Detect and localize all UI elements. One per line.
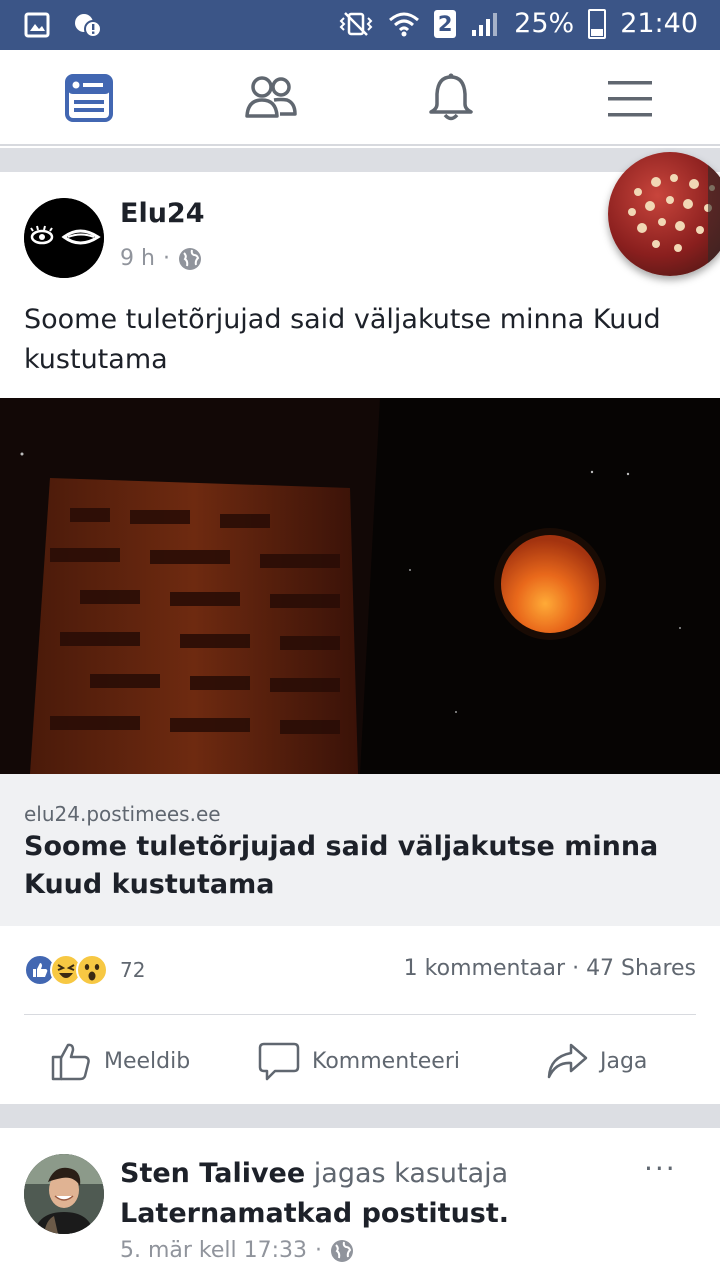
like-label: Meeldib bbox=[104, 1048, 191, 1074]
user-avatar[interactable] bbox=[24, 1154, 104, 1234]
comment-label: Kommenteeri bbox=[312, 1048, 460, 1074]
hamburger-menu-icon bbox=[608, 81, 652, 117]
shared-text: jagas kasutaja bbox=[313, 1158, 509, 1189]
post-header: Sten Talivee jagas kasutaja Laternamatka… bbox=[120, 1154, 640, 1234]
shared-page[interactable]: Laternamatkad postitust. bbox=[120, 1198, 509, 1229]
blood-moon-photo-icon bbox=[0, 398, 720, 774]
count-separator: · bbox=[572, 956, 580, 981]
gallery-icon bbox=[24, 12, 50, 38]
comment-bubble-icon bbox=[258, 1042, 300, 1081]
news-feed-icon bbox=[65, 74, 113, 122]
feed-post: Sten Talivee jagas kasutaja Laternamatka… bbox=[0, 1128, 720, 1280]
battery-percent: 25% bbox=[514, 8, 575, 39]
post-options-button[interactable]: ··· bbox=[644, 1152, 677, 1185]
friends-tab[interactable] bbox=[244, 72, 297, 124]
post-meta: 5. mär kell 17:33 · bbox=[120, 1238, 354, 1263]
post-time[interactable]: 9 h bbox=[120, 246, 155, 271]
wow-reaction-icon bbox=[76, 954, 108, 986]
post-time[interactable]: 5. mär kell 17:33 bbox=[120, 1238, 307, 1263]
post-image[interactable] bbox=[0, 398, 720, 774]
top-nav-bar bbox=[0, 50, 720, 146]
page-avatar[interactable] bbox=[24, 198, 104, 278]
engagement-counts: 1 kommentaar · 47 Shares bbox=[404, 956, 696, 981]
wifi-icon bbox=[389, 12, 420, 36]
notification-alert-icon bbox=[75, 14, 102, 38]
friends-icon bbox=[245, 76, 297, 118]
reaction-count: 72 bbox=[120, 958, 146, 982]
globe-icon bbox=[331, 1239, 354, 1262]
link-domain: elu24.postimees.ee bbox=[24, 802, 221, 826]
chat-head-bubble[interactable] bbox=[608, 152, 720, 276]
like-button[interactable]: Meeldib bbox=[50, 1040, 190, 1082]
post-author[interactable]: Elu24 bbox=[120, 198, 205, 229]
meta-separator: · bbox=[315, 1238, 323, 1263]
action-divider bbox=[24, 1014, 696, 1015]
share-count[interactable]: 47 Shares bbox=[586, 956, 696, 981]
link-preview[interactable]: elu24.postimees.ee Soome tuletõrjujad sa… bbox=[0, 774, 720, 926]
clock: 21:40 bbox=[620, 8, 698, 39]
sim-indicator: 2 bbox=[434, 9, 457, 38]
meta-separator: · bbox=[162, 246, 170, 271]
news-feed-tab[interactable] bbox=[64, 72, 116, 124]
vibrate-mute-icon bbox=[339, 11, 373, 36]
share-label: Jaga bbox=[600, 1048, 648, 1074]
link-title: Soome tuletõrjujad said väljakutse minna… bbox=[24, 831, 659, 900]
post-author[interactable]: Sten Talivee bbox=[120, 1158, 305, 1189]
feed-post: Elu24 9 h · Soome tuletõrjujad said välj… bbox=[0, 152, 720, 1104]
notifications-tab[interactable] bbox=[426, 72, 478, 124]
feed-separator bbox=[0, 1104, 720, 1128]
menu-tab[interactable] bbox=[606, 72, 658, 124]
signal-icon bbox=[472, 12, 498, 36]
share-arrow-icon bbox=[547, 1043, 588, 1079]
chat-head-avatar-icon bbox=[628, 152, 720, 276]
bell-icon bbox=[429, 73, 473, 121]
post-text: Soome tuletõrjujad said väljakutse minna… bbox=[24, 304, 661, 375]
battery-icon bbox=[588, 8, 607, 39]
thumbs-up-icon bbox=[51, 1043, 90, 1081]
status-bar: 2 25% 21:40 bbox=[0, 0, 720, 50]
user-photo-icon bbox=[24, 1154, 104, 1234]
comment-button[interactable]: Kommenteeri bbox=[258, 1040, 460, 1082]
feed-separator bbox=[0, 148, 720, 172]
post-meta: 9 h · bbox=[120, 246, 202, 271]
reaction-summary[interactable]: 72 bbox=[24, 954, 145, 986]
globe-icon bbox=[178, 247, 201, 270]
comment-count[interactable]: 1 kommentaar bbox=[404, 956, 565, 981]
share-button[interactable]: Jaga bbox=[546, 1040, 647, 1082]
elu24-logo-icon bbox=[24, 198, 104, 278]
